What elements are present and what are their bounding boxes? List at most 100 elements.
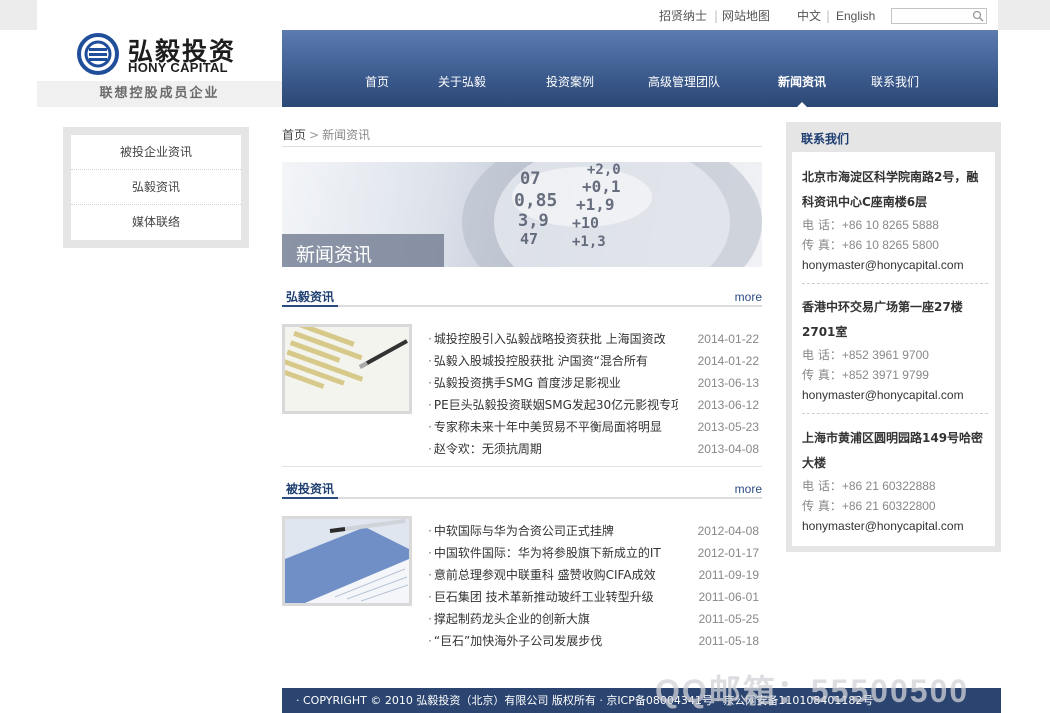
nav-team[interactable]: 高级管理团队 (648, 73, 720, 90)
list-item[interactable]: “巨石”加快海外子公司发展步伐 2011-05-18 (428, 630, 762, 652)
recruit-link[interactable]: 招贤纳士 (659, 8, 707, 24)
office-hongkong: 香港中环交易广场第一座27楼2701室 电 话：+852 3961 9700 传… (802, 295, 988, 405)
contact-title: 联系我们 (801, 132, 850, 146)
svg-text:+2,0: +2,0 (587, 162, 621, 178)
news-date: 2014-01-22 (697, 354, 759, 368)
office-shanghai: 上海市黄浦区圆明园路149号哈密大楼 电 话：+86 21 60322888 传… (802, 426, 988, 536)
breadcrumb-separator: > (309, 128, 320, 142)
section-header-hony-news: 弘毅资讯 more (282, 289, 762, 307)
contact-divider (802, 413, 988, 414)
contact-panel: 联系我们 北京市海淀区科学院南路2号，融科资讯中心C座南楼6层 电 话：+86 … (786, 122, 1001, 552)
nav-about[interactable]: 关于弘毅 (438, 73, 486, 90)
lang-cn-link[interactable]: 中文 (797, 8, 821, 24)
contact-divider (802, 283, 988, 284)
logo-area[interactable]: 弘毅投资 HONY CAPITAL 联想控股成员企业 (37, 0, 282, 107)
utility-separator: | (826, 9, 831, 23)
news-title[interactable]: 中软国际与华为合资公司正式挂牌 (428, 520, 678, 542)
search-box (891, 8, 987, 24)
svg-text:0,85: 0,85 (514, 190, 557, 211)
breadcrumb: 首页 > 新闻资讯 (282, 126, 762, 147)
news-title[interactable]: 赵令欢：无须抗周期 (428, 438, 678, 460)
news-title[interactable]: 意前总理参观中联重科 盛赞收购CIFA成效 (428, 564, 678, 586)
news-title[interactable]: 弘毅投资携手SMG 首度涉足影视业 (428, 372, 678, 394)
lang-en-link[interactable]: English (836, 8, 875, 24)
list-item[interactable]: 城投控股引入弘毅战略投资获批 上海国资改 2014-01-22 (428, 328, 762, 350)
office-tel: 电 话：+852 3961 9700 (802, 348, 929, 362)
news-date: 2011-05-25 (698, 612, 760, 626)
office-fax: 传 真：+852 3971 9799 (802, 368, 929, 382)
nav-home[interactable]: 首页 (365, 73, 389, 90)
section-header-portfolio-news: 被投资讯 more (282, 481, 762, 499)
office-email[interactable]: honymaster@honycapital.com (802, 255, 988, 275)
news-date: 2014-01-22 (697, 332, 759, 346)
news-title[interactable]: 中国软件国际：华为将参股旗下新成立的IT (428, 542, 678, 564)
more-link[interactable]: more (735, 482, 762, 496)
list-item[interactable]: 中国软件国际：华为将参股旗下新成立的IT 2012-01-17 (428, 542, 762, 564)
list-item[interactable]: PE巨头弘毅投资联姻SMG发起30亿元影视专项 2013-06-12 (428, 394, 762, 416)
news-title[interactable]: PE巨头弘毅投资联姻SMG发起30亿元影视专项 (428, 394, 678, 416)
office-address: 北京市海淀区科学院南路2号，融科资讯中心C座南楼6层 (802, 170, 979, 209)
news-title[interactable]: “巨石”加快海外子公司发展步伐 (428, 630, 678, 652)
svg-text:3,9: 3,9 (518, 211, 549, 231)
office-email[interactable]: honymaster@honycapital.com (802, 516, 988, 536)
list-item[interactable]: 赵令欢：无须抗周期 2013-04-08 (428, 438, 762, 460)
list-item[interactable]: 弘毅投资携手SMG 首度涉足影视业 2013-06-13 (428, 372, 762, 394)
office-tel: 电 话：+86 21 60322888 (802, 479, 936, 493)
office-beijing: 北京市海淀区科学院南路2号，融科资讯中心C座南楼6层 电 话：+86 10 82… (802, 165, 988, 275)
breadcrumb-home[interactable]: 首页 (282, 128, 306, 142)
office-tel: 电 话：+86 10 8265 5888 (802, 218, 939, 232)
search-input[interactable] (892, 9, 970, 23)
news-title[interactable]: 巨石集团 技术革新推动玻纤工业转型升级 (428, 586, 678, 608)
svg-text:47: 47 (520, 230, 538, 248)
sidebar-item-media[interactable]: 媒体联络 (71, 205, 241, 240)
news-title[interactable]: 弘毅入股城投控股获批 沪国资“混合所有 (428, 350, 678, 372)
news-banner: 07 0,85 3,9 47 +2,0 +0,1 +1,9 +10 +1,3 新… (282, 162, 762, 267)
list-item[interactable]: 巨石集团 技术革新推动玻纤工业转型升级 2011-06-01 (428, 586, 762, 608)
office-email[interactable]: honymaster@honycapital.com (802, 385, 988, 405)
sidebar: 被投企业资讯 弘毅资讯 媒体联络 (63, 127, 249, 248)
logo-tagline: 联想控股成员企业 (37, 81, 282, 107)
news-date: 2013-06-13 (697, 376, 759, 390)
banner-title: 新闻资讯 (296, 244, 373, 266)
section-thumbnail-chart (282, 324, 412, 414)
section-title: 被投资讯 (282, 481, 339, 499)
sitemap-link[interactable]: 网站地图 (722, 8, 770, 24)
svg-text:+1,3: +1,3 (572, 234, 606, 250)
hony-logo-icon (77, 33, 119, 75)
sidebar-item-portfolio-news[interactable]: 被投企业资讯 (71, 135, 241, 170)
utility-separator: | (714, 9, 719, 23)
news-date: 2013-06-12 (697, 398, 759, 412)
chart-paper-image (285, 327, 409, 411)
news-title[interactable]: 城投控股引入弘毅战略投资获批 上海国资改 (428, 328, 678, 350)
svg-text:+1,9: +1,9 (576, 195, 615, 214)
office-fax: 传 真：+86 21 60322800 (802, 499, 936, 513)
svg-text:+0,1: +0,1 (582, 177, 621, 196)
sidebar-item-hony-news[interactable]: 弘毅资讯 (71, 170, 241, 205)
list-item[interactable]: 撑起制药龙头企业的创新大旗 2011-05-25 (428, 608, 762, 630)
list-item[interactable]: 弘毅入股城投控股获批 沪国资“混合所有 2014-01-22 (428, 350, 762, 372)
office-fax: 传 真：+86 10 8265 5800 (802, 238, 939, 252)
news-date: 2011-09-19 (698, 568, 760, 582)
news-list-hony: 城投控股引入弘毅战略投资获批 上海国资改 2014-01-22 弘毅入股城投控股获… (428, 328, 762, 460)
news-title[interactable]: 专家称未来十年中美贸易不平衡局面将明显 (428, 416, 678, 438)
nav-cases[interactable]: 投资案例 (546, 73, 594, 90)
main-nav: 首页 关于弘毅 投资案例 高级管理团队 新闻资讯 联系我们 (282, 30, 998, 107)
list-item[interactable]: 中软国际与华为合资公司正式挂牌 2012-04-08 (428, 520, 762, 542)
svg-text:07: 07 (520, 169, 540, 189)
svg-text:+10: +10 (572, 214, 599, 232)
nav-news[interactable]: 新闻资讯 (778, 73, 826, 107)
section-thumbnail-laptop (282, 516, 412, 606)
news-title[interactable]: 撑起制药龙头企业的创新大旗 (428, 608, 678, 630)
news-list-portfolio: 中软国际与华为合资公司正式挂牌 2012-04-08 中国软件国际：华为将参股旗下… (428, 520, 762, 652)
list-item[interactable]: 专家称未来十年中美贸易不平衡局面将明显 2013-05-23 (428, 416, 762, 438)
list-item[interactable]: 意前总理参观中联重科 盛赞收购CIFA成效 2011-09-19 (428, 564, 762, 586)
watermark-overlay: QQ邮箱：55500500 (655, 673, 970, 709)
more-link[interactable]: more (735, 290, 762, 304)
office-address: 上海市黄浦区圆明园路149号哈密大楼 (802, 431, 984, 470)
search-icon[interactable] (972, 10, 985, 22)
breadcrumb-current: 新闻资讯 (322, 128, 371, 142)
laptop-pen-image (285, 519, 409, 603)
nav-contact[interactable]: 联系我们 (871, 73, 919, 90)
news-date: 2011-06-01 (698, 590, 760, 604)
section-title: 弘毅资讯 (282, 289, 339, 307)
